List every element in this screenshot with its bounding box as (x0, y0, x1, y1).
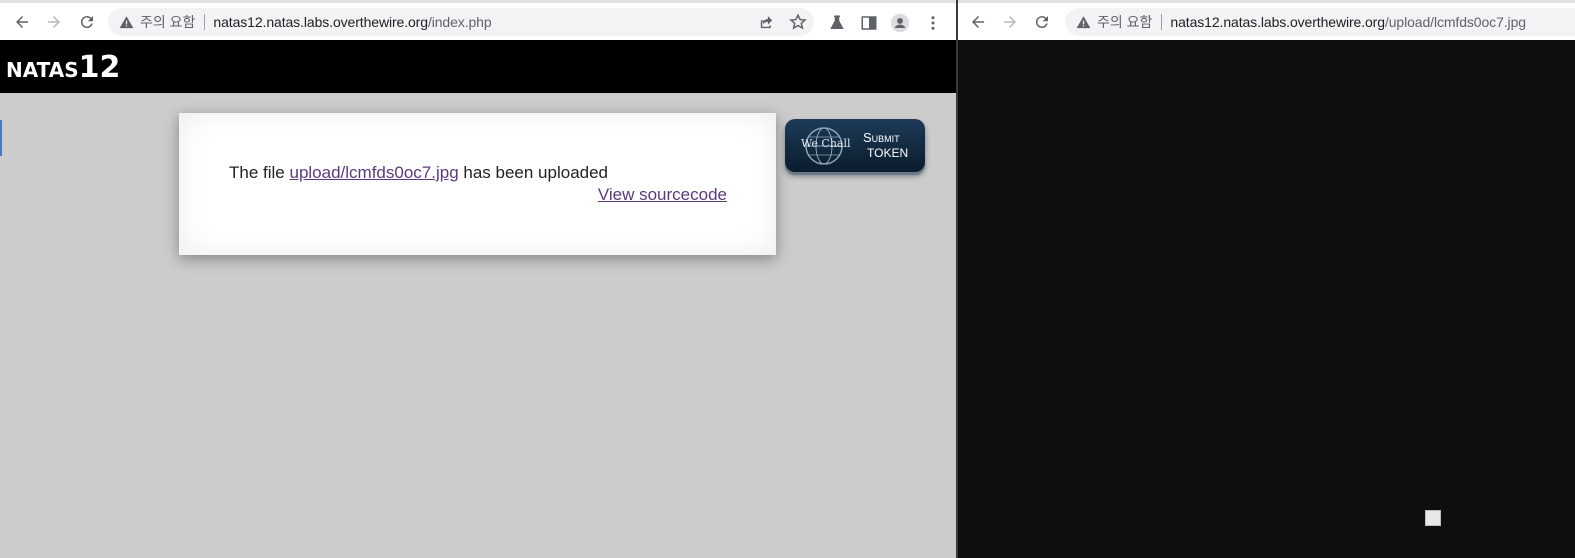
address-bar[interactable]: 주의 요함 natas12.natas.labs.overthewire.org… (108, 8, 814, 36)
upload-message: The file upload/lcmfds0oc7.jpg has been … (229, 163, 608, 183)
security-status[interactable]: 주의 요함 (140, 12, 195, 32)
avatar-icon (890, 13, 910, 33)
share-button[interactable] (756, 12, 776, 32)
arrow-forward-icon (1004, 16, 1016, 28)
page-edge-marker (0, 120, 2, 156)
message-prefix: The file (229, 163, 290, 182)
wechall-token-label: TOKEN (867, 146, 909, 160)
more-vert-icon (931, 16, 935, 30)
right-browser-window: 주의 요함 natas12.natas.labs.overthewire.org… (958, 0, 1575, 558)
forward-button[interactable] (41, 9, 67, 35)
browser-toolbar: 주의 요함 natas12.natas.labs.overthewire.org… (0, 0, 956, 40)
forward-button[interactable] (997, 9, 1023, 35)
bookmark-button[interactable] (788, 12, 808, 32)
title-number: 12 (78, 50, 121, 85)
wechall-logo-text: We Chall (801, 137, 851, 150)
omnibox-separator (204, 14, 206, 30)
address-bar[interactable]: 주의 요함 natas12.natas.labs.overthewire.org… (1065, 8, 1575, 36)
url-text[interactable]: natas12.natas.labs.overthewire.org/uploa… (1170, 14, 1526, 30)
message-suffix: has been uploaded (458, 163, 609, 182)
natas-header: NATAS12 (0, 40, 956, 93)
url-host: natas12.natas.labs.overthewire.org (213, 14, 428, 30)
menu-button[interactable] (923, 13, 943, 33)
omnibox-separator (1161, 14, 1163, 30)
share-icon (760, 15, 772, 28)
warning-icon (118, 14, 134, 30)
content-box: The file upload/lcmfds0oc7.jpg has been … (179, 113, 776, 255)
title-word: NATAS (6, 58, 79, 82)
url-path: /upload/lcmfds0oc7.jpg (1384, 14, 1526, 30)
page-title: NATAS12 (6, 50, 120, 85)
profile-button[interactable] (890, 13, 910, 33)
warning-icon (1075, 14, 1091, 30)
reload-icon (1035, 16, 1048, 29)
url-host: natas12.natas.labs.overthewire.org (1170, 14, 1385, 30)
wechall-submit-label: Submit (863, 130, 900, 145)
wechall-submit-token-button[interactable]: We Chall Submit TOKEN (785, 119, 925, 172)
broken-image-icon (1425, 510, 1441, 526)
back-button[interactable] (965, 9, 991, 35)
security-status[interactable]: 주의 요함 (1097, 12, 1152, 32)
labs-button[interactable] (827, 13, 847, 33)
star-icon (789, 13, 807, 30)
arrow-forward-icon (48, 16, 60, 28)
reload-button[interactable] (74, 9, 100, 35)
url-text[interactable]: natas12.natas.labs.overthewire.org/index… (213, 14, 491, 30)
left-browser-window: 주의 요함 natas12.natas.labs.overthewire.org… (0, 0, 956, 558)
reload-icon (80, 16, 93, 29)
side-panel-button[interactable] (859, 13, 879, 33)
uploaded-file-link[interactable]: upload/lcmfds0oc7.jpg (289, 163, 458, 182)
browser-toolbar: 주의 요함 natas12.natas.labs.overthewire.org… (958, 0, 1575, 40)
url-path: /index.php (427, 14, 492, 30)
reload-button[interactable] (1029, 9, 1055, 35)
arrow-back-icon (972, 16, 984, 28)
back-button[interactable] (9, 9, 35, 35)
side-panel-icon (861, 16, 877, 30)
view-sourcecode-link[interactable]: View sourcecode (598, 185, 727, 205)
arrow-back-icon (16, 16, 28, 28)
flask-icon (830, 15, 844, 29)
